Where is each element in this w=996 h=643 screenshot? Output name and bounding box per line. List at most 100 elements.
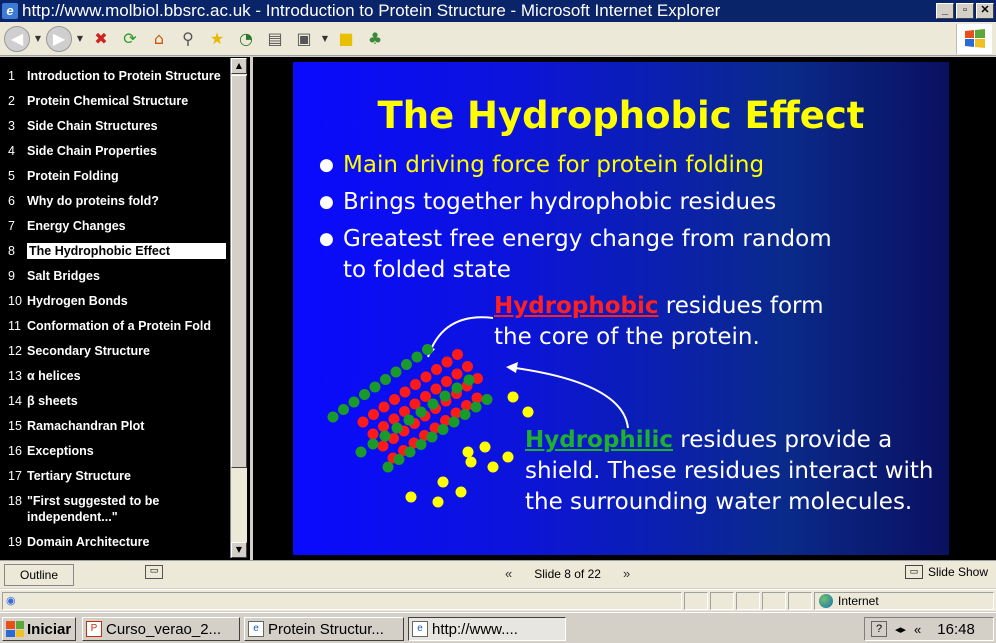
hydrophilic-residue [379,430,391,442]
outline-item-title: Side Chain Structures [27,119,158,133]
outline-item-title: Conformation of a Protein Fold [27,319,212,333]
outline-item-number: 11 [8,319,21,333]
water-molecule [507,391,519,403]
next-slide-icon[interactable]: » [623,566,630,581]
hydrophilic-residue [463,374,475,386]
outline-item[interactable]: 17 Tertiary Structure [0,468,250,484]
back-dropdown-icon[interactable]: ▼ [33,26,43,52]
tray-expand-icon[interactable]: « [914,622,921,637]
outline-item-number: 1 [8,69,15,83]
previous-slide-icon[interactable]: « [505,566,512,581]
hydrophilic-residue [369,381,381,393]
outline-item-number: 4 [8,144,15,158]
windows-flag-icon [964,29,985,48]
stop-icon[interactable]: ✖ [88,26,114,52]
browser-toolbar: ◀ ▼ ▶ ▼ ✖ ⟳ ⌂ ⚲ ★ ◔ ▤ ▣ ▼ ■ ♣ [0,22,996,56]
start-button[interactable]: Iniciar [2,617,76,641]
edit-icon[interactable]: ▣ [291,26,317,52]
close-button[interactable]: ✕ [976,3,994,19]
outline-item[interactable]: 9 Salt Bridges [0,268,250,284]
page-icon: ◉ [6,595,16,607]
window-titlebar: e http://www.molbiol.bbsrc.ac.uk - Intro… [0,0,996,22]
outline-item[interactable]: 6 Why do proteins fold? [0,193,250,209]
favorites-icon[interactable]: ★ [204,26,230,52]
scroll-thumb[interactable] [231,75,247,468]
outline-item[interactable]: 13 α helices [0,368,250,384]
outline-item[interactable]: 11 Conformation of a Protein Fold [0,318,250,334]
forward-dropdown-icon[interactable]: ▼ [75,26,85,52]
hydrophobic-residue [420,371,432,383]
search-icon[interactable]: ⚲ [175,26,201,52]
taskbar-item-label: Curso_verao_2... [106,620,222,638]
outline-item-title: Protein Chemical Structure [27,94,189,108]
outline-item[interactable]: 12 Secondary Structure [0,343,250,359]
hydrophobic-residue [462,361,473,372]
slide-show-icon: ▭ [904,565,923,579]
messenger-icon[interactable]: ♣ [362,26,388,52]
home-icon[interactable]: ⌂ [146,26,172,52]
outline-item[interactable]: 8 The Hydrophobic Effect [0,243,250,259]
outline-item[interactable]: 4 Side Chain Properties [0,143,250,159]
taskbar-item[interactable]: P Curso_verao_2... [82,617,240,641]
slide-navigation: « Slide 8 of 22 » [505,566,630,581]
slide-show-button[interactable]: ▭ Slide Show [904,565,988,579]
minimize-button[interactable]: _ [936,3,954,19]
system-tray: ? ◂▸ « 16:48 [864,617,994,641]
taskbar-item[interactable]: e http://www.... [408,617,566,641]
notepad-icon[interactable]: ■ [333,26,359,52]
outline-item-title: Exceptions [27,444,94,458]
protein-strands [327,344,534,508]
windows-start-icon [6,621,24,637]
outline-item[interactable]: 3 Side Chain Structures [0,118,250,134]
restore-button[interactable]: ▫ [956,3,974,19]
outline-item-number: 8 [8,244,15,258]
history-icon[interactable]: ◔ [233,26,259,52]
edit-dropdown-icon[interactable]: ▼ [320,26,330,52]
outline-item[interactable]: 14 β sheets [0,393,250,409]
hydrophilic-residue [404,446,416,458]
outline-scrollbar[interactable]: ▲ ▼ [230,58,247,558]
forward-icon[interactable]: ▶ [46,25,72,52]
hydrophilic-residue [415,406,427,418]
hydrophobic-residue [368,409,379,420]
outline-item-number: 19 [8,535,22,549]
hydrophilic-residue [437,424,449,435]
refresh-icon[interactable]: ⟳ [117,26,143,52]
outline-item[interactable]: 10 Hydrogen Bonds [0,293,250,309]
outline-item-number: 9 [8,269,15,283]
hydrophobic-residue [389,394,400,405]
outline-item-title: Secondary Structure [27,344,150,358]
protein-fold-illustration [327,316,629,508]
hydrophobic-residue [367,428,379,440]
outline-item[interactable]: 5 Protein Folding [0,168,250,184]
outline-item[interactable]: 19 Domain Architecture [0,534,250,550]
taskbar-item-label: Protein Structur... [268,620,384,638]
hydrophilic-residue [427,398,439,410]
outline-item[interactable]: 1 Introduction to Protein Structure [0,68,250,84]
outline-item[interactable]: 15 Ramachandran Plot [0,418,250,434]
outline-item[interactable]: 2 Protein Chemical Structure [0,93,250,109]
water-molecule [405,491,417,503]
hydrophilic-residue [481,394,493,405]
back-icon[interactable]: ◀ [4,25,30,52]
hydrophilic-arrow [507,366,629,429]
start-label: Iniciar [27,620,72,638]
hydrophilic-residue [393,454,405,465]
water-molecule [465,456,477,468]
outline-tab[interactable]: Outline [4,564,74,586]
outline-item[interactable]: 18 "First suggested to be independent..." [0,493,250,525]
outline-item[interactable]: 7 Energy Changes [0,218,250,234]
scroll-up-button[interactable]: ▲ [231,58,247,74]
clock: 16:48 [937,620,975,638]
hydrophilic-arrowhead [506,362,518,373]
print-icon[interactable]: ▤ [262,26,288,52]
hydrophilic-residue [338,404,349,415]
volume-icon[interactable]: ◂▸ [895,623,906,636]
help-icon[interactable]: ? [871,621,887,637]
scroll-down-button[interactable]: ▼ [231,542,247,558]
hydrophilic-residue [382,461,394,473]
expand-outline-icon[interactable]: ▭ [145,565,163,579]
outline-item[interactable]: 16 Exceptions [0,443,250,459]
taskbar-item[interactable]: e Protein Structur... [244,617,404,641]
hydrophilic-residue [422,344,433,355]
